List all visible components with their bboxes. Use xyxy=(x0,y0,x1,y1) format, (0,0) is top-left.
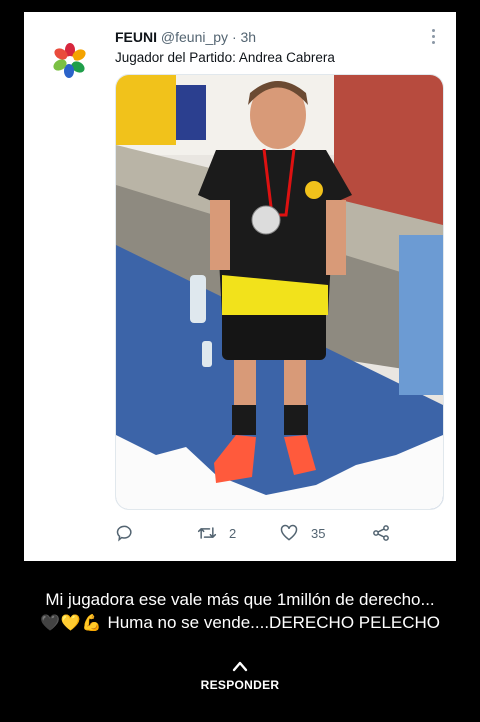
tweet-actions: 2 35 xyxy=(115,520,445,546)
share-icon xyxy=(373,525,389,541)
like-count: 35 xyxy=(311,525,326,541)
retweet-icon xyxy=(197,527,217,539)
reply-button[interactable] xyxy=(115,520,135,546)
respond-label: RESPONDER xyxy=(200,678,280,692)
like-button[interactable]: 35 xyxy=(279,520,325,546)
tweet-card[interactable]: FEUNI @feuni_py · 3h Jugador del Partido… xyxy=(24,12,456,561)
retweet-count: 2 xyxy=(229,525,237,541)
caption-line-2: 🖤💛💪 Huma no se vende....DERECHO PELECHO xyxy=(0,611,480,635)
caption-line-2-text: Huma no se vende....DERECHO PELECHO xyxy=(107,613,441,632)
respond-button[interactable]: RESPONDER xyxy=(0,660,480,692)
separator-dot: · xyxy=(231,29,237,45)
retweet-button[interactable]: 2 xyxy=(197,520,236,546)
share-button[interactable] xyxy=(371,520,391,546)
story-caption: Mi jugadora ese vale más que 1millón de … xyxy=(0,588,480,635)
more-options-icon[interactable] xyxy=(428,26,438,46)
tweet-text: Jugador del Partido: Andrea Cabrera xyxy=(115,50,335,65)
heart-icon xyxy=(280,524,298,541)
feuni-logo xyxy=(50,40,90,80)
tweet-header: FEUNI @feuni_py · 3h xyxy=(115,29,435,45)
tweet-time[interactable]: 3h xyxy=(241,29,257,45)
reply-icon xyxy=(116,525,132,542)
emoji-hearts-flex: 🖤💛💪 xyxy=(39,615,103,632)
chevron-up-icon xyxy=(232,661,248,672)
avatar[interactable] xyxy=(50,40,90,80)
player-photo xyxy=(116,75,443,509)
author-name[interactable]: FEUNI xyxy=(115,29,157,45)
tweet-photo[interactable] xyxy=(115,74,444,510)
caption-line-1: Mi jugadora ese vale más que 1millón de … xyxy=(45,590,435,609)
author-handle[interactable]: @feuni_py xyxy=(161,29,228,45)
